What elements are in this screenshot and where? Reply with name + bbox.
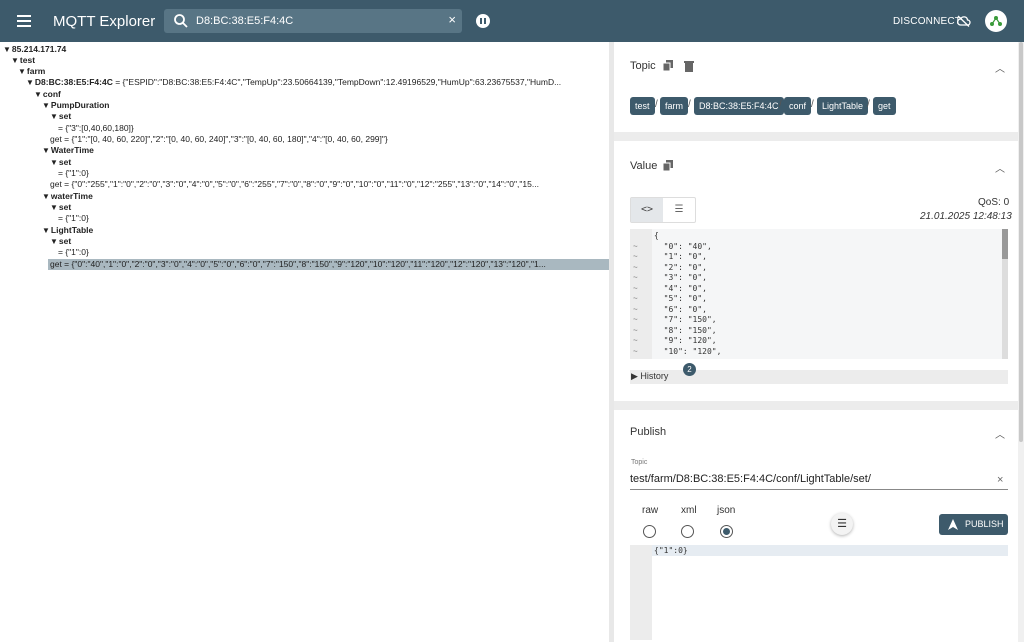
history-count-badge: 2: [683, 363, 696, 376]
diff-marker-icon: ~: [633, 325, 638, 335]
code-line: "8": "150",: [654, 325, 717, 335]
scrollbar-thumb[interactable]: [1002, 229, 1008, 259]
tree-node[interactable]: ▼85.214.171.74: [3, 44, 66, 55]
search-icon: [174, 14, 188, 28]
code-line: "5": "0",: [654, 294, 707, 303]
payload-text: {"1":0}: [654, 546, 688, 555]
copy-icon[interactable]: [663, 160, 673, 171]
diff-marker-icon: ~: [633, 241, 638, 251]
tree-value[interactable]: = {"1":0}: [58, 213, 89, 224]
tree-value[interactable]: = {"3":[0,40,60,180]}: [58, 123, 134, 134]
tree-node[interactable]: ▼farm: [18, 66, 45, 77]
topic-chip[interactable]: D8:BC:38:E5:F4:4C: [694, 97, 784, 115]
code-line: "3": "0",: [654, 273, 707, 282]
radio-json[interactable]: [720, 525, 733, 538]
code-line: "9": "120",: [654, 336, 717, 345]
topic-chip[interactable]: farm: [660, 97, 688, 115]
topic-chip[interactable]: get: [873, 97, 896, 115]
topic-title: Topic: [630, 60, 656, 72]
clear-search-icon[interactable]: ×: [448, 12, 456, 27]
topic-field-label: Topic: [631, 459, 648, 466]
chevron-up-icon[interactable]: ︿: [995, 60, 1005, 75]
diff-marker-icon: ~: [633, 315, 638, 324]
disconnect-button[interactable]: DISCONNECT: [893, 16, 961, 27]
radio-raw[interactable]: [643, 525, 656, 538]
tree-value-selected[interactable]: get = {"0":"40","1":"0","2":"0","3":"0",…: [48, 259, 609, 270]
cloud-off-icon: [957, 15, 971, 27]
format-label-json: json: [717, 505, 736, 516]
avatar[interactable]: [985, 10, 1007, 32]
code-line: "6": "0",: [654, 304, 707, 314]
diff-marker-icon: ~: [633, 346, 638, 356]
pause-button[interactable]: [476, 14, 490, 28]
menu-icon[interactable]: [17, 15, 31, 27]
topic-tree: ▼85.214.171.74 ▼test ▼farm ▼D8:BC:38:E5:…: [0, 42, 609, 642]
code-line: "4": "0",: [654, 283, 707, 293]
code-line: "10": "120",: [654, 346, 722, 356]
code-line: "1": "0",: [654, 252, 707, 261]
scrollbar-thumb[interactable]: [1019, 42, 1023, 442]
publish-topic-input[interactable]: test/farm/D8:BC:38:E5:F4:4C/conf/LightTa…: [630, 473, 1008, 490]
topic-chip[interactable]: conf: [784, 97, 812, 115]
app-bar: MQTT Explorer × DISCONNECT: [0, 0, 1024, 42]
diff-marker-icon: ~: [633, 283, 638, 293]
publish-button[interactable]: PUBLISH: [939, 514, 1008, 535]
tree-node[interactable]: ▼test: [11, 55, 35, 66]
tree-node[interactable]: ▼waterTime: [42, 191, 93, 202]
topic-chip[interactable]: LightTable: [817, 97, 869, 115]
tree-value[interactable]: get = {"0":"255","1":"0","2":"0","3":"0"…: [50, 179, 539, 190]
code-line: "0": "40",: [654, 241, 712, 251]
radio-xml[interactable]: [681, 525, 694, 538]
panel-separator: [614, 401, 1018, 410]
code-line: "2": "0",: [654, 262, 707, 272]
search-box[interactable]: ×: [164, 9, 462, 33]
tree-node[interactable]: ▼D8:BC:38:E5:F4:4C = {"ESPID":"D8:BC:38:…: [26, 77, 561, 88]
app-title: MQTT Explorer: [53, 13, 156, 30]
copy-icon[interactable]: [663, 60, 673, 71]
share-icon: [990, 16, 1002, 26]
diff-marker-icon: ~: [633, 262, 638, 272]
clear-topic-icon[interactable]: ×: [997, 474, 1003, 486]
diff-marker-icon: ~: [633, 294, 638, 303]
chevron-up-icon[interactable]: ︿: [995, 160, 1005, 175]
tree-node[interactable]: ▼set: [50, 111, 71, 122]
tree-node[interactable]: ▼PumpDuration: [42, 100, 109, 111]
chevron-up-icon[interactable]: ︿: [995, 426, 1005, 441]
topic-chip[interactable]: test: [630, 97, 655, 115]
payload-editor[interactable]: {"1":0}: [630, 545, 1008, 640]
tree-node[interactable]: ▼set: [50, 236, 71, 247]
tree-node[interactable]: ▼conf: [34, 89, 61, 100]
topic-panel: [614, 42, 1018, 132]
tree-value[interactable]: = {"1":0}: [58, 168, 89, 179]
code-line: {: [654, 231, 659, 240]
timestamp: 21.01.2025 12:48:13: [920, 211, 1012, 222]
qos-label: QoS: 0: [978, 197, 1010, 208]
code-line: "7": "150",: [654, 315, 717, 324]
diff-marker-icon: ~: [633, 336, 638, 345]
diff-marker-icon: ~: [633, 304, 638, 314]
tree-node[interactable]: ▼set: [50, 202, 71, 213]
send-icon: [948, 519, 958, 530]
tree-node[interactable]: ▼WaterTime: [42, 145, 94, 156]
value-title: Value: [630, 160, 658, 172]
format-label-raw: raw: [642, 505, 659, 516]
history-toggle[interactable]: ▶ History: [631, 371, 668, 382]
delete-icon[interactable]: [684, 60, 694, 72]
view-toggle: <> ☰: [630, 197, 696, 223]
format-label-xml: xml: [681, 505, 697, 516]
search-input[interactable]: [196, 9, 436, 33]
format-document-button[interactable]: ☰: [831, 513, 853, 535]
diff-marker-icon: ~: [633, 273, 638, 282]
code-view-icon[interactable]: <>: [631, 198, 663, 222]
tree-node[interactable]: ▼set: [50, 157, 71, 168]
tree-node[interactable]: ▼LightTable: [42, 225, 93, 236]
tree-value[interactable]: = {"1":0}: [58, 247, 89, 258]
value-viewer[interactable]: { "0": "40", ~ "1": "0", ~ "2": "0", ~ "3":…: [630, 229, 1008, 359]
publish-title: Publish: [630, 426, 667, 438]
list-view-icon[interactable]: ☰: [663, 198, 695, 222]
panel-separator: [614, 132, 1018, 141]
tree-value[interactable]: get = {"1":"[0, 40, 60, 220]","2":"[0, 4…: [50, 134, 388, 145]
diff-marker-icon: ~: [633, 252, 638, 261]
